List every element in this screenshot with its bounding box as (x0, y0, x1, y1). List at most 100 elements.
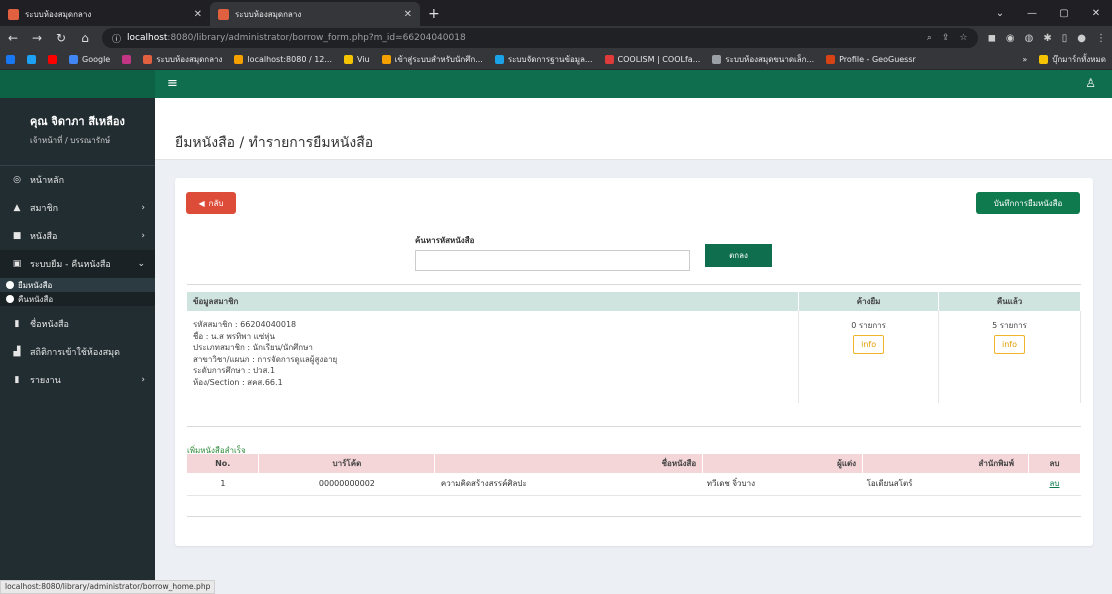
page-title: ยืมหนังสือ / ทำรายการยืมหนังสือ (175, 135, 374, 151)
reload-icon[interactable]: ↻ (54, 31, 68, 45)
maximize-icon[interactable]: ▢ (1048, 8, 1080, 19)
hamburger-menu-icon[interactable]: ≡ (167, 76, 178, 91)
borrowed-info-button[interactable]: info (853, 335, 885, 354)
sidebar-subitem-borrow[interactable]: ยืมหนังสือ (0, 278, 155, 292)
info-icon[interactable]: ⓘ (112, 32, 121, 45)
row-delete-cell: ลบ (1028, 473, 1081, 496)
row-author: ทวีเดช จิ๋วบาง (702, 473, 863, 496)
ok-button[interactable]: ตกลง (705, 244, 772, 267)
dashboard-icon: ◎ (13, 175, 21, 185)
bookmarks-bar: Google ระบบห้องสมุดกลาง localhost:8080 /… (0, 50, 1112, 70)
share-icon[interactable]: ⇪ (942, 33, 950, 43)
browser-tab-bar: ระบบห้องสมุดกลาง ✕ ระบบห้องสมุดกลาง ✕ + … (0, 0, 1112, 26)
url-input[interactable]: ⓘ localhost:8080/library/administrator/b… (102, 28, 978, 48)
user-role: เจ้าหน้าที่ / บรรณารักษ์ (30, 136, 111, 145)
arrow-left-icon: ◀ (198, 198, 205, 208)
sidebar-item-members[interactable]: ▲ สมาชิก › (0, 194, 155, 222)
chevron-right-icon: › (141, 375, 145, 385)
bookmark-item[interactable]: localhost:8080 / 12... (234, 55, 332, 64)
bookmark-item[interactable]: เข้าสู่ระบบสำหรับนักศึก... (381, 53, 483, 66)
bookmark-item[interactable]: ระบบห้องสมุดกลาง (143, 53, 222, 66)
row-publisher: โอเดียนสโตร์ (862, 473, 1029, 496)
bookmark-more-icon[interactable]: » (1022, 55, 1027, 64)
bookmark-youtube-icon[interactable] (48, 55, 57, 64)
save-borrow-button[interactable]: บันทึกการยืมหนังสือ (976, 192, 1080, 214)
member-level: ระดับการศึกษา : ปวส.1 (193, 366, 276, 375)
puzzle-icon[interactable]: ✱ (1043, 33, 1051, 44)
bookmark-instagram-icon[interactable] (122, 55, 132, 64)
tab-title: ระบบห้องสมุดกลาง (25, 9, 92, 19)
member-section: ห้อง/Section : สคส.66.1 (193, 377, 283, 387)
list-icon: ▣ (12, 259, 22, 269)
member-info-cell: รหัสสมาชิก : 66204040018 ชื่อ : น.ส พรทิ… (187, 311, 800, 403)
extensions-area: ◼ ◉ ◍ ✱ ▯ ● ⋮ (988, 33, 1106, 44)
borrowed-header: ค้างยืม (798, 292, 940, 311)
bookmark-item[interactable]: ระบบห้องสมุดขนาดเล็ก... (712, 53, 814, 66)
browser-tab-active[interactable]: ระบบห้องสมุดกลาง ✕ (210, 2, 420, 26)
url-path: :8080/library/administrator/borrow_form.… (167, 33, 466, 43)
col-publisher: สำนักพิมพ์ (862, 454, 1029, 473)
report-icon: ▮ (14, 375, 20, 385)
books-table-header: No. บาร์โค้ด ชื่อหนังสือ ผู้แต่ง สำนักพิ… (187, 454, 1082, 473)
extension-icon[interactable]: ◍ (1025, 33, 1034, 44)
col-author: ผู้แต่ง (702, 454, 864, 473)
bookmark-all[interactable]: บุ๊กมาร์กทั้งหมด (1039, 53, 1106, 66)
chevron-down-icon: ⌄ (137, 259, 145, 269)
member-type: ประเภทสมาชิก : นักเรียน/นักศึกษา (193, 343, 313, 352)
sidebar-item-borrow-return[interactable]: ▣ ระบบยืม - คืนหนังสือ ⌄ (0, 250, 155, 278)
close-window-icon[interactable]: ✕ (1080, 8, 1112, 19)
browser-tab[interactable]: ระบบห้องสมุดกลาง ✕ (0, 2, 210, 26)
sidebar-item-reports[interactable]: ▮ รายงาน › (0, 366, 155, 394)
sidebar-item-statistics[interactable]: ▟ สถิติการเข้าใช้ห้องสมุด (0, 338, 155, 366)
book-icon: ■ (12, 231, 22, 241)
sidebar-item-label: สถิติการเข้าใช้ห้องสมุด (30, 348, 120, 358)
bookmark-item[interactable]: Profile - GeoGuessr (826, 55, 916, 64)
tab-title: ระบบห้องสมุดกลาง (235, 9, 302, 19)
bookmark-item[interactable]: Viu (344, 55, 370, 64)
file-icon: ▮ (14, 319, 20, 329)
sidepanel-icon[interactable]: ▯ (1062, 33, 1068, 44)
divider (187, 516, 1081, 517)
circle-icon (6, 281, 14, 289)
profile-avatar-icon[interactable]: ● (1077, 33, 1086, 44)
zoom-icon[interactable]: ⌕ (927, 33, 932, 43)
returned-count: 5 รายการ (992, 321, 1027, 330)
sidebar-item-label: หน้าหลัก (30, 176, 65, 186)
close-tab-icon[interactable]: ✕ (404, 9, 412, 20)
circle-icon (6, 295, 14, 303)
bookmark-star-icon[interactable]: ☆ (960, 33, 968, 43)
sidebar-item-book-titles[interactable]: ▮ ชื่อหนังสือ (0, 310, 155, 338)
back-arrow-icon[interactable]: ← (6, 31, 20, 45)
row-no: 1 (187, 473, 259, 496)
member-id: รหัสสมาชิก : 66204040018 (193, 320, 297, 329)
extension-icon[interactable]: ◉ (1006, 33, 1015, 44)
home-icon[interactable]: ⌂ (78, 31, 92, 45)
book-code-input[interactable] (415, 250, 690, 271)
window-controls: ⌄ — ▢ ✕ (984, 0, 1112, 26)
member-name: ชื่อ : น.ส พรทิพา แซ่หุ่น (193, 331, 275, 341)
bookmark-twitter-icon[interactable] (27, 55, 36, 64)
bookmark-facebook-icon[interactable] (6, 55, 15, 64)
bookmark-item[interactable]: Google (69, 55, 110, 64)
kebab-menu-icon[interactable]: ⋮ (1096, 33, 1106, 44)
new-tab-icon[interactable]: + (420, 2, 448, 26)
bookmark-item[interactable]: ระบบจัดการฐานข้อมูล... (494, 53, 593, 66)
forward-arrow-icon[interactable]: → (30, 31, 44, 45)
sidebar-item-home[interactable]: ◎ หน้าหลัก (0, 166, 155, 194)
sidebar-item-books[interactable]: ■ หนังสือ › (0, 222, 155, 250)
member-row: รหัสสมาชิก : 66204040018 ชื่อ : น.ส พรทิ… (187, 311, 1081, 403)
tab-search-icon[interactable]: ⌄ (984, 8, 1016, 19)
delete-link[interactable]: ลบ (1050, 479, 1060, 488)
divider (187, 426, 1081, 427)
sidebar-subitem-return[interactable]: คืนหนังสือ (0, 292, 155, 306)
user-account-icon[interactable]: ♙ (1085, 76, 1096, 90)
borrow-form-card: ◀ กลับ บันทึกการยืมหนังสือ ค้นหารหัสหนัง… (175, 178, 1093, 546)
close-tab-icon[interactable]: ✕ (194, 9, 202, 20)
returned-cell: 5 รายการ info (938, 311, 1081, 403)
back-button[interactable]: ◀ กลับ (186, 192, 236, 214)
extension-icon[interactable]: ◼ (988, 33, 996, 44)
returned-info-button[interactable]: info (994, 335, 1026, 354)
bookmark-item[interactable]: COOLISM | COOLfa... (604, 55, 700, 64)
borrowed-count: 0 รายการ (851, 321, 886, 330)
minimize-icon[interactable]: — (1016, 8, 1048, 19)
